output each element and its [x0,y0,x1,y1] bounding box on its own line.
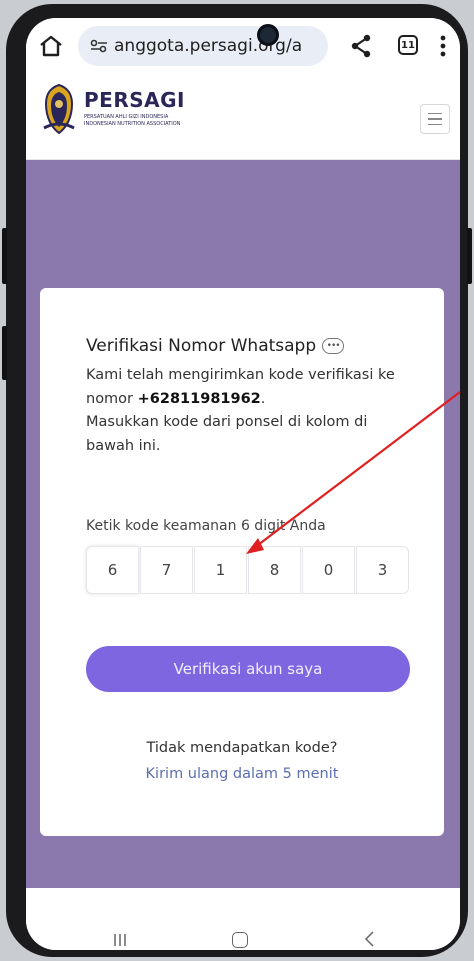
nav-recent-icon[interactable] [112,932,128,948]
card-description: Kami telah mengirimkan kode verifikasi k… [86,364,406,458]
otp-digit-6[interactable]: 3 [356,546,409,594]
home-icon[interactable] [38,34,64,58]
otp-digit-5[interactable]: 0 [302,546,355,594]
card-title-text: Verifikasi Nomor Whatsapp [86,336,317,356]
android-nav-bar [26,888,460,950]
otp-digit-3[interactable]: 1 [194,546,247,594]
power-button [2,326,7,380]
tabs-icon[interactable]: 11 [398,35,418,55]
browser-toolbar: anggota.persagi.org/a 11 [26,18,460,74]
front-camera [257,24,279,46]
no-code-text: Tidak mendapatkan kode? [146,740,338,756]
otp-digit-1[interactable]: 6 [86,546,139,594]
url-text[interactable]: anggota.persagi.org/a [114,36,324,56]
side-button-right [467,228,472,284]
otp-digit-4[interactable]: 8 [248,546,301,594]
volume-button [2,228,7,284]
more-vert-icon[interactable] [440,34,446,58]
logo-subtitle: PERSATUAN AHLI GIZI INDONESIA INDONESIAN… [84,114,204,128]
site-header: PERSAGI PERSATUAN AHLI GIZI INDONESIA IN… [26,74,460,160]
phone-frame: anggota.persagi.org/a 11 PERSAGI PERSATU… [2,4,472,957]
logo-subtitle-line1: PERSATUAN AHLI GIZI INDONESIA [84,114,169,120]
logo-subtitle-line2: INDONESIAN NUTRITION ASSOCIATION [84,121,181,127]
tune-icon[interactable] [90,39,108,53]
card-title: Verifikasi Nomor Whatsapp ••• [86,336,345,356]
instruction-text: Masukkan kode dari ponsel di kolom di ba… [86,414,368,454]
more-horiz-icon: ••• [322,338,345,354]
otp-input-group: 6 7 1 8 0 3 [86,546,410,594]
logo-title: PERSAGI [84,88,185,112]
screen: anggota.persagi.org/a 11 PERSAGI PERSATU… [26,18,460,950]
verify-button[interactable]: Verifikasi akun saya [86,646,410,692]
verification-card: Verifikasi Nomor Whatsapp ••• Kami telah… [40,288,444,836]
tab-count: 11 [401,39,415,51]
page-background: Verifikasi Nomor Whatsapp ••• Kami telah… [26,160,460,888]
otp-digit-2[interactable]: 7 [140,546,193,594]
desc-suffix: . [260,390,266,407]
share-icon[interactable] [350,34,372,58]
phone-number: +62811981962 [137,390,261,407]
address-bar[interactable]: anggota.persagi.org/a [78,26,328,66]
persagi-logo[interactable] [42,84,76,134]
nav-home-icon[interactable] [232,932,248,948]
nav-back-icon[interactable] [362,930,376,948]
resend-link[interactable]: Kirim ulang dalam 5 menit [40,766,444,782]
code-label: Ketik kode keamanan 6 digit Anda [86,518,326,534]
menu-icon[interactable] [420,104,450,134]
